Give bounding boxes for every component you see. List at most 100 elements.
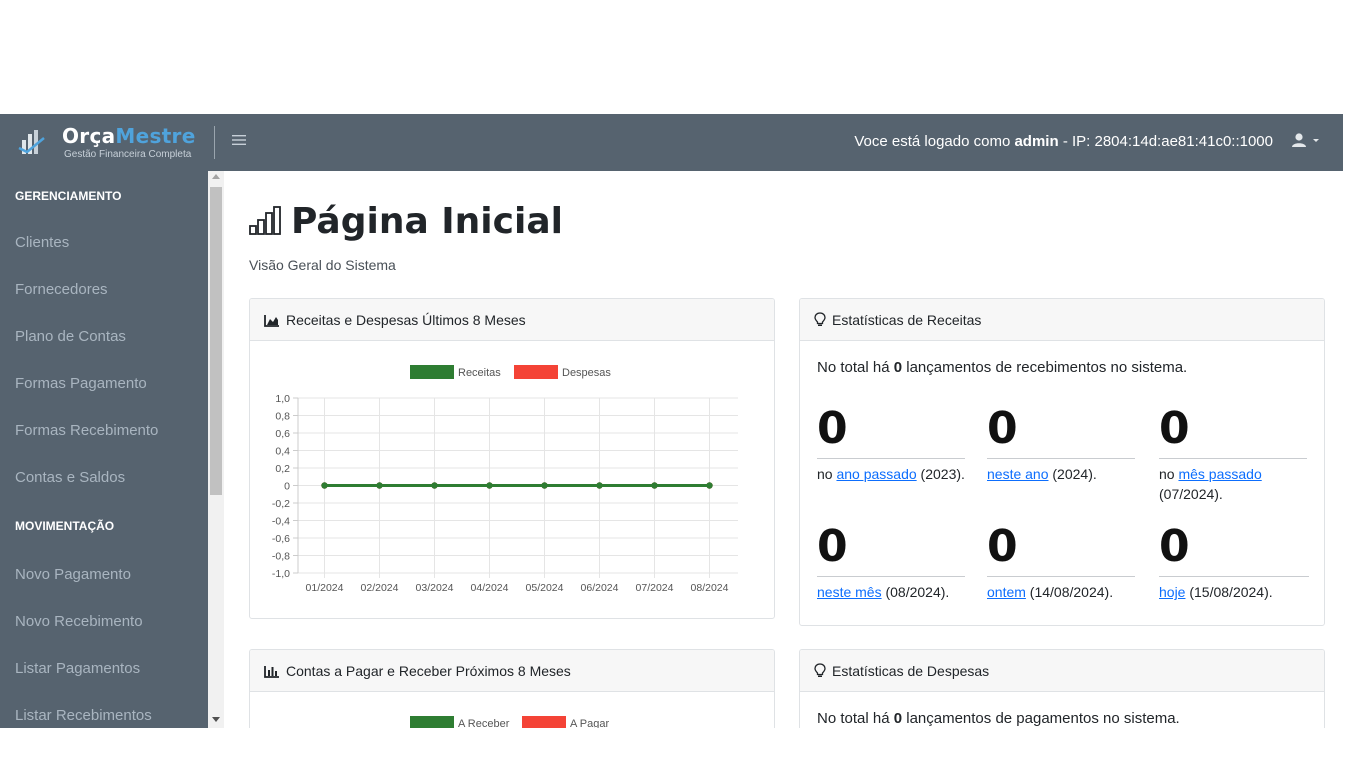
link-neste-ano[interactable]: neste ano: [987, 466, 1049, 482]
legend-swatch-despesas: [514, 365, 558, 379]
stat-caption: neste ano (2024).: [987, 464, 1135, 484]
data-point-receitas: [321, 482, 328, 489]
legend-label-receitas: Receitas: [458, 367, 501, 379]
x-tick-label: 08/2024: [691, 582, 729, 594]
x-tick-label: 03/2024: [416, 582, 454, 594]
y-tick-label: 0,4: [275, 446, 290, 458]
sidebar-item-formas-recebimento[interactable]: Formas Recebimento: [0, 407, 208, 454]
sidebar-item-novo-recebimento[interactable]: Novo Recebimento: [0, 598, 208, 645]
x-tick-label: 05/2024: [526, 582, 564, 594]
card-title: Estatísticas de Receitas: [832, 312, 982, 328]
legend-label-despesas: Despesas: [562, 367, 611, 379]
brand-name-part2: Mestre: [115, 124, 196, 148]
sidebar-item-novo-pagamento[interactable]: Novo Pagamento: [0, 551, 208, 598]
legend-label-a-receber: A Receber: [458, 718, 510, 728]
y-tick-label: -1,0: [272, 568, 290, 580]
sidebar-item-fornecedores[interactable]: Fornecedores: [0, 266, 208, 313]
page-title-text: Página Inicial: [291, 201, 563, 242]
link-hoje[interactable]: hoje: [1159, 584, 1185, 600]
menu-toggle-button[interactable]: [232, 131, 248, 151]
sidebar-item-clientes[interactable]: Clientes: [0, 219, 208, 266]
stat-divider: [817, 576, 965, 577]
chart-body: A Receber A Pagar: [250, 692, 774, 728]
brand[interactable]: OrçaMestre Gestão Financeira Completa: [14, 124, 214, 161]
sidebar-item-contas-e-saldos[interactable]: Contas e Saldos: [0, 454, 208, 501]
x-tick-label: 04/2024: [471, 582, 509, 594]
stat-caption: hoje (15/08/2024).: [1159, 582, 1309, 602]
sidebar-item-listar-pagamentos[interactable]: Listar Pagamentos: [0, 645, 208, 692]
scroll-thumb[interactable]: [210, 187, 222, 495]
link-ano-passado[interactable]: ano passado: [836, 466, 916, 482]
legend-swatch-a-receber: [410, 716, 454, 728]
lightbulb-icon: [814, 663, 826, 677]
link-neste-mes[interactable]: neste mês: [817, 584, 882, 600]
lightbulb-icon: [814, 312, 826, 326]
logged-prefix: Voce está logado como: [854, 133, 1015, 150]
sidebar-item-plano-de-contas[interactable]: Plano de Contas: [0, 313, 208, 360]
x-tick-label: 01/2024: [306, 582, 344, 594]
intro-post: lançamentos de pagamentos no sistema.: [902, 710, 1180, 727]
stat-caption: neste mês (08/2024).: [817, 582, 977, 602]
logged-ip: - IP: 2804:14d:ae81:41c0::1000: [1058, 133, 1273, 150]
stat-value: 0: [1159, 521, 1190, 572]
sidebar-heading-gerenciamento: GERENCIAMENTO: [15, 189, 122, 203]
intro-pre: No total há: [817, 359, 894, 376]
scroll-up-arrow-icon[interactable]: [212, 174, 220, 179]
logged-user-info: Voce está logado como admin - IP: 2804:1…: [854, 133, 1273, 150]
chart-card-contas-pagar-receber: Contas a Pagar e Receber Próximos 8 Mese…: [249, 649, 775, 728]
y-tick-label: -0,2: [272, 498, 290, 510]
caption-post: (15/08/2024).: [1185, 584, 1273, 600]
caption-post: (2023).: [916, 466, 965, 482]
data-point-receitas: [706, 482, 713, 489]
sidebar: GERENCIAMENTO Clientes Fornecedores Plan…: [0, 171, 208, 728]
stat-divider: [817, 458, 965, 459]
bar-chart-icon: [249, 206, 281, 235]
y-tick-label: 0,8: [275, 411, 290, 423]
line-chart: Receitas Despesas 1,0 0,8 0,6 0,4 0,2 0 -0,2 -0,4…: [272, 365, 738, 594]
page-title: Página Inicial: [249, 201, 563, 242]
stat-ontem: 0 ontem (14/08/2024).: [987, 521, 1147, 602]
caption-pre: no: [817, 466, 837, 482]
card-header: Contas a Pagar e Receber Próximos 8 Mese…: [250, 650, 774, 692]
stat-value: 0: [817, 521, 848, 572]
link-mes-passado[interactable]: mês passado: [1178, 466, 1261, 482]
sidebar-item-listar-recebimentos[interactable]: Listar Recebimentos: [0, 692, 208, 728]
stat-value: 0: [987, 521, 1018, 572]
card-title: Contas a Pagar e Receber Próximos 8 Mese…: [286, 663, 571, 679]
bar-chart-icon: [264, 666, 279, 678]
y-tick-label: -0,4: [272, 516, 290, 528]
stat-ano-passado: 0 no ano passado (2023).: [817, 403, 965, 484]
bar-chart: A Receber A Pagar: [410, 716, 609, 728]
logged-username: admin: [1014, 133, 1059, 150]
y-tick-label: -0,8: [272, 551, 290, 563]
stats-card-receitas: Estatísticas de Receitas No total há 0 l…: [799, 298, 1325, 626]
stat-neste-ano: 0 neste ano (2024).: [987, 403, 1135, 484]
user-menu-button[interactable]: [1291, 130, 1321, 152]
intro-post: lançamentos de recebimentos no sistema.: [902, 359, 1188, 376]
x-tick-label: 07/2024: [636, 582, 674, 594]
sidebar-item-formas-pagamento[interactable]: Formas Pagamento: [0, 360, 208, 407]
stat-divider: [987, 458, 1135, 459]
stats-card-despesas: Estatísticas de Despesas No total há 0 l…: [799, 649, 1325, 728]
legend-swatch-a-pagar: [522, 716, 566, 728]
legend-swatch-receitas: [410, 365, 454, 379]
link-ontem[interactable]: ontem: [987, 584, 1026, 600]
scroll-down-arrow-icon[interactable]: [212, 717, 220, 722]
brand-divider: [214, 126, 215, 159]
stat-caption: ontem (14/08/2024).: [987, 582, 1147, 602]
data-point-receitas: [541, 482, 548, 489]
x-tick-label: 06/2024: [581, 582, 619, 594]
card-header: Receitas e Despesas Últimos 8 Meses: [250, 299, 774, 341]
area-chart-icon: [264, 315, 279, 327]
card-header: Estatísticas de Despesas: [800, 650, 1324, 692]
user-icon: [1292, 133, 1306, 147]
stat-value: 0: [817, 403, 848, 454]
top-navbar: OrçaMestre Gestão Financeira Completa Vo…: [0, 114, 1343, 171]
caption-pre: no: [1159, 466, 1179, 482]
brand-name-part1: Orça: [62, 124, 116, 148]
caption-post: (08/2024).: [881, 584, 950, 600]
sidebar-scrollbar[interactable]: [208, 171, 224, 728]
stat-caption: no ano passado (2023).: [817, 464, 965, 484]
stat-divider: [1159, 576, 1309, 577]
data-point-receitas: [431, 482, 438, 489]
